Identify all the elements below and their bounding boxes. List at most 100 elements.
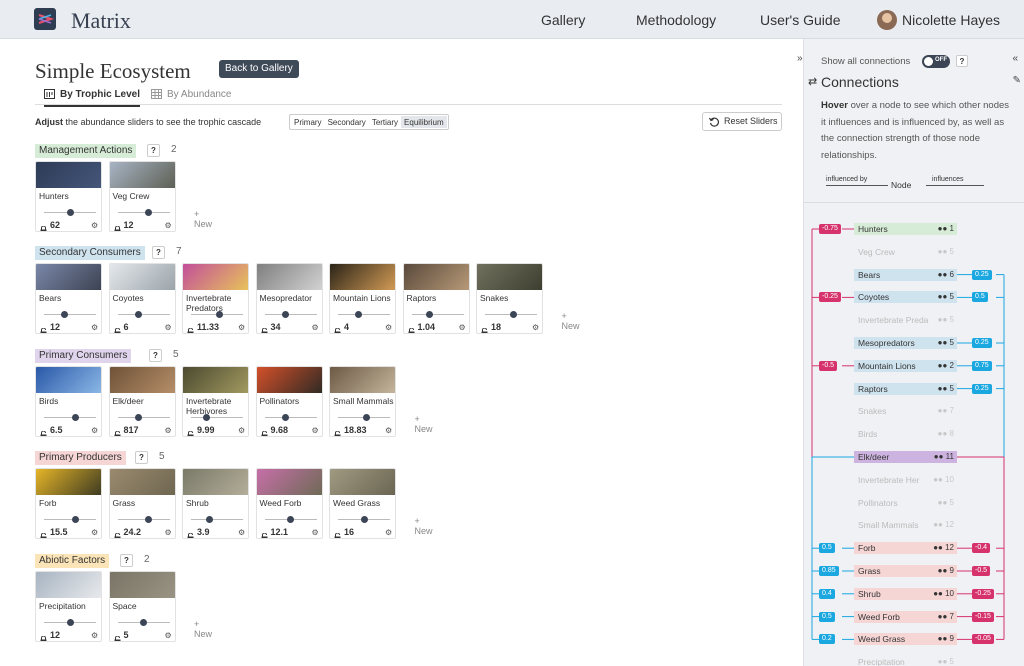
unlock-icon[interactable] <box>114 528 121 538</box>
unlock-icon[interactable] <box>261 528 268 538</box>
help-icon[interactable]: ? <box>135 451 148 464</box>
node-card-elk-deer[interactable]: Elk/deer 817 ⚙ <box>108 366 176 437</box>
connection-node-birds[interactable]: Birds ●● 8 <box>854 428 957 440</box>
gear-icon[interactable]: ⚙ <box>91 221 98 230</box>
abundance-slider-handle[interactable] <box>71 414 79 421</box>
gear-icon[interactable]: ⚙ <box>165 631 172 640</box>
add-node-button[interactable]: + New <box>194 619 212 639</box>
gear-icon[interactable]: ⚙ <box>91 426 98 435</box>
connection-node-weed-grass[interactable]: Weed Grass ●● 9 <box>854 633 957 646</box>
node-card-veg-crew[interactable]: Veg Crew 12 ⚙ <box>108 161 176 232</box>
unlock-icon[interactable] <box>408 323 415 333</box>
abundance-slider-track[interactable] <box>44 417 96 418</box>
connection-node-veg-crew[interactable]: Veg Crew ●● 5 <box>854 246 957 258</box>
node-card-invertebrate-herbivores[interactable]: Invertebrate Herbivores 9.99 ⚙ <box>182 366 249 437</box>
user-name[interactable]: Nicolette Hayes <box>902 12 1000 28</box>
connection-node-shrub[interactable]: Shrub ●● 10 <box>854 587 957 600</box>
abundance-slider-handle[interactable] <box>216 311 224 318</box>
unlock-icon[interactable] <box>334 528 341 538</box>
node-card-space[interactable]: Space 5 ⚙ <box>108 571 176 642</box>
nav-gallery-link[interactable]: Gallery <box>541 12 585 28</box>
back-to-gallery-button[interactable]: Back to Gallery <box>219 60 299 78</box>
node-card-hunters[interactable]: Hunters 62 ⚙ <box>35 161 102 232</box>
collapse-left-icon[interactable]: » <box>797 53 803 64</box>
abundance-slider-handle[interactable] <box>426 311 434 318</box>
connection-node-small-mammals[interactable]: Small Mammals ●● 12 <box>854 519 957 531</box>
node-card-invertebrate-predators[interactable]: Invertebrate Predators 11.33 ⚙ <box>182 263 249 334</box>
node-card-weed-forb[interactable]: Weed Forb 12.1 ⚙ <box>255 468 323 539</box>
abundance-slider-track[interactable] <box>338 314 390 315</box>
abundance-slider-handle[interactable] <box>66 209 74 216</box>
help-icon[interactable]: ? <box>147 144 160 157</box>
user-avatar[interactable] <box>877 10 897 30</box>
node-card-snakes[interactable]: Snakes 18 ⚙ <box>476 263 543 334</box>
node-card-small-mammals[interactable]: Small Mammals 18.83 ⚙ <box>329 366 396 437</box>
gear-icon[interactable]: ⚙ <box>91 528 98 537</box>
abundance-slider-handle[interactable] <box>363 414 371 421</box>
connection-node-weed-forb[interactable]: Weed Forb ●● 7 <box>854 610 957 623</box>
connection-node-mesopredators[interactable]: Mesopredators ●● 5 <box>854 337 957 349</box>
preset-equilibrium[interactable]: Equilibrium <box>401 116 447 128</box>
lock-icon[interactable] <box>40 631 47 641</box>
nav-users-guide-link[interactable]: User's Guide <box>760 12 840 28</box>
abundance-slider-handle[interactable] <box>145 516 153 523</box>
abundance-slider-track[interactable] <box>411 314 464 315</box>
unlock-icon[interactable] <box>40 426 47 436</box>
abundance-slider-track[interactable] <box>191 417 243 418</box>
abundance-slider-track[interactable] <box>117 519 170 520</box>
lock-icon[interactable] <box>40 221 47 231</box>
unlock-icon[interactable] <box>187 528 194 538</box>
abundance-slider-handle[interactable] <box>66 619 74 626</box>
abundance-slider-handle[interactable] <box>140 619 147 626</box>
abundance-slider-handle[interactable] <box>281 311 289 318</box>
matrix-logo-icon[interactable] <box>34 8 56 30</box>
abundance-slider-track[interactable] <box>264 417 317 418</box>
connection-node-invertebrate-her[interactable]: Invertebrate Her ●● 10 <box>854 474 957 486</box>
gear-icon[interactable]: ⚙ <box>91 323 98 332</box>
abundance-slider-track[interactable] <box>44 314 96 315</box>
node-card-weed-grass[interactable]: Weed Grass 16 ⚙ <box>329 468 396 539</box>
node-card-raptors[interactable]: Raptors 1.04 ⚙ <box>402 263 470 334</box>
nav-methodology-link[interactable]: Methodology <box>636 12 716 28</box>
preset-primary[interactable]: Primary <box>291 116 325 128</box>
abundance-slider-handle[interactable] <box>281 414 289 421</box>
unlock-icon[interactable] <box>334 426 341 436</box>
reset-sliders-button[interactable]: Reset Sliders <box>702 112 782 131</box>
connection-node-snakes[interactable]: Snakes ●● 7 <box>854 405 957 417</box>
abundance-slider-handle[interactable] <box>205 516 213 523</box>
connection-node-mountain-lions[interactable]: Mountain Lions ●● 2 <box>854 359 957 372</box>
abundance-slider-handle[interactable] <box>71 516 79 523</box>
node-card-precipitation[interactable]: Precipitation 12 ⚙ <box>35 571 102 642</box>
connection-node-pollinators[interactable]: Pollinators ●● 5 <box>854 497 957 509</box>
gear-icon[interactable]: ⚙ <box>312 426 319 435</box>
gear-icon[interactable]: ⚙ <box>312 528 319 537</box>
abundance-slider-handle[interactable] <box>134 414 142 421</box>
connection-node-hunters[interactable]: Hunters ●● 1 <box>854 223 957 235</box>
node-card-mountain-lions[interactable]: Mountain Lions 4 ⚙ <box>329 263 396 334</box>
gear-icon[interactable]: ⚙ <box>165 528 172 537</box>
gear-icon[interactable]: ⚙ <box>385 323 392 332</box>
unlock-icon[interactable] <box>187 426 194 436</box>
gear-icon[interactable]: ⚙ <box>165 323 172 332</box>
abundance-slider-track[interactable] <box>264 314 317 315</box>
app-name[interactable]: Matrix <box>71 8 131 34</box>
lock-icon[interactable] <box>114 221 121 231</box>
tab-by-trophic-level[interactable]: By Trophic Level <box>44 89 141 107</box>
help-icon[interactable]: ? <box>152 246 165 259</box>
unlock-icon[interactable] <box>481 323 488 333</box>
add-node-button[interactable]: + New <box>415 414 433 434</box>
preset-tertiary[interactable]: Tertiary <box>369 116 401 128</box>
abundance-slider-track[interactable] <box>191 519 243 520</box>
unlock-icon[interactable] <box>40 323 47 333</box>
gear-icon[interactable]: ⚙ <box>532 323 539 332</box>
gear-icon[interactable]: ⚙ <box>385 426 392 435</box>
connection-node-precipitation[interactable]: Precipitation ●● 5 <box>854 656 957 666</box>
preset-secondary[interactable]: Secondary <box>325 116 369 128</box>
abundance-slider-handle[interactable] <box>203 414 211 421</box>
gear-icon[interactable]: ⚙ <box>165 221 172 230</box>
connection-node-invertebrate-preda[interactable]: Invertebrate Preda ●● 5 <box>854 314 957 326</box>
unlock-icon[interactable] <box>114 323 121 333</box>
node-card-coyotes[interactable]: Coyotes 6 ⚙ <box>108 263 176 334</box>
help-icon[interactable]: ? <box>120 554 133 567</box>
abundance-slider-track[interactable] <box>117 314 170 315</box>
